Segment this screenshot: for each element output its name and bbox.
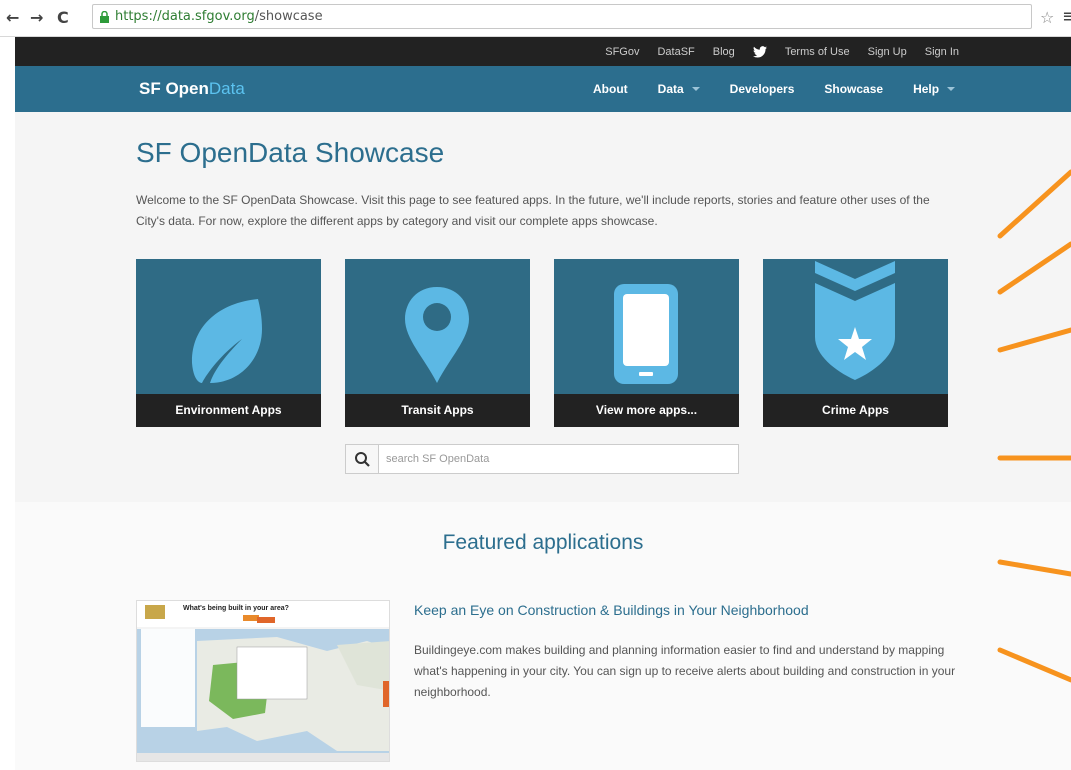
smartphone-icon: [614, 284, 678, 384]
category-tiles: Environment Apps Transit Apps View more: [136, 259, 948, 427]
buildingeye-map-image: What's being built in your area?: [137, 601, 389, 761]
tile-label: Crime Apps: [763, 394, 948, 427]
tile-environment-apps[interactable]: Environment Apps: [136, 259, 321, 427]
util-link-blog[interactable]: Blog: [713, 46, 735, 58]
tile-crime-apps[interactable]: Crime Apps: [763, 259, 948, 427]
featured-title: Featured applications: [442, 531, 644, 554]
search-bar: [345, 444, 739, 474]
showcase-hero: SF OpenData Showcase Welcome to the SF O…: [15, 112, 1071, 502]
thumb-heading: What's being built in your area?: [183, 605, 289, 612]
search-button[interactable]: [346, 445, 379, 473]
twitter-bird-icon[interactable]: [752, 45, 767, 58]
map-pin-icon: [405, 287, 469, 383]
page-title: SF OpenData Showcase: [136, 137, 445, 168]
nav-label: Developers: [729, 82, 795, 96]
app-screenshot-thumbnail[interactable]: What's being built in your area?: [136, 600, 390, 762]
tile-label: View more apps...: [554, 394, 739, 427]
tile-view-more-apps[interactable]: View more apps...: [554, 259, 739, 427]
forward-button[interactable]: →: [30, 9, 43, 27]
search-input[interactable]: [386, 449, 726, 469]
bookmark-star-icon[interactable]: ☆: [1040, 8, 1054, 27]
main-navbar: SF OpenData About Data Developers Showca…: [15, 66, 1071, 112]
tile-label: Transit Apps: [345, 394, 530, 427]
tile-icon-area: [763, 259, 948, 394]
utility-links: SFGov DataSF Blog Terms of Use Sign Up S…: [587, 37, 959, 66]
nav-label: Showcase: [824, 82, 884, 96]
url-host: https://data.sfgov.org: [115, 9, 255, 24]
brand-text: SF Open: [139, 79, 209, 98]
utility-bar: SFGov DataSF Blog Terms of Use Sign Up S…: [15, 37, 1071, 66]
featured-section: Featured applications What's being built…: [15, 502, 1071, 770]
back-button[interactable]: ←: [6, 9, 19, 27]
util-link-signin[interactable]: Sign In: [925, 46, 959, 58]
chevron-down-icon: [691, 87, 700, 91]
search-icon: [355, 452, 370, 467]
util-link-signup[interactable]: Sign Up: [868, 46, 907, 58]
app-description: Buildingeye.com makes building and plann…: [414, 643, 956, 699]
tile-label: Environment Apps: [136, 394, 321, 427]
brand-accent-text: Data: [208, 79, 245, 98]
browser-menu-icon[interactable]: ≡: [1062, 6, 1071, 27]
tile-transit-apps[interactable]: Transit Apps: [345, 259, 530, 427]
util-link-terms[interactable]: Terms of Use: [785, 46, 850, 58]
tile-icon-area: [136, 259, 321, 394]
address-bar[interactable]: https://data.sfgov.org/showcase: [92, 4, 1032, 29]
leaf-icon: [191, 299, 262, 383]
brand-logo[interactable]: SF OpenData: [139, 79, 245, 99]
util-link-sfgov[interactable]: SFGov: [605, 46, 639, 58]
nav-item-showcase[interactable]: Showcase: [824, 82, 883, 96]
intro-text: Welcome to the SF OpenData Showcase. Vis…: [136, 193, 930, 228]
app-title-link[interactable]: Keep an Eye on Construction & Buildings …: [414, 602, 809, 618]
nav-label: Help: [913, 82, 940, 96]
nav-label: About: [593, 82, 628, 96]
nav-item-about[interactable]: About: [593, 82, 628, 96]
nav-label: Data: [657, 82, 684, 96]
util-link-datasf[interactable]: DataSF: [657, 46, 694, 58]
lock-icon: [100, 11, 109, 23]
police-badge-icon: [815, 261, 895, 380]
nav-item-data[interactable]: Data: [658, 82, 700, 96]
nav-menu: About Data Developers Showcase Help: [593, 66, 985, 112]
browser-toolbar: ← → C https://data.sfgov.org/showcase ☆ …: [0, 0, 1071, 37]
url-path: /showcase: [254, 9, 323, 24]
reload-button[interactable]: C: [57, 9, 69, 27]
nav-item-developers[interactable]: Developers: [730, 82, 795, 96]
nav-item-help[interactable]: Help: [913, 82, 956, 96]
tile-icon-area: [554, 259, 739, 394]
url-text: https://data.sfgov.org/showcase: [115, 9, 323, 24]
chevron-down-icon: [947, 87, 956, 91]
tile-icon-area: [345, 259, 530, 394]
